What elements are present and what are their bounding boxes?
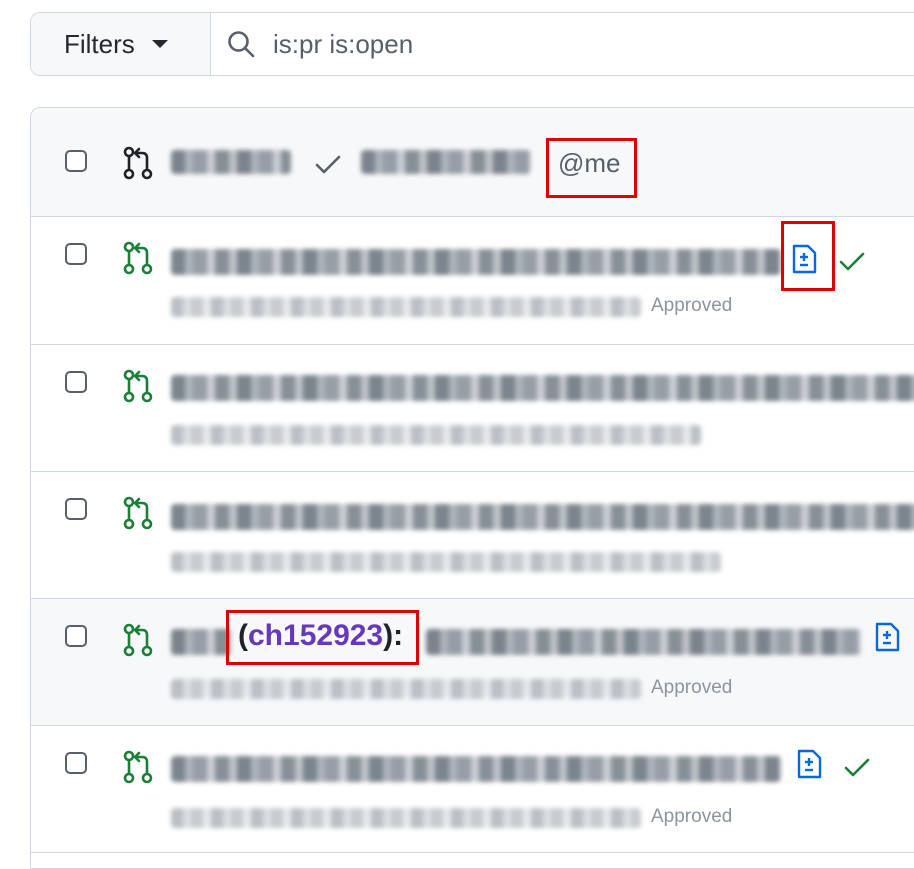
pr-title-blurred[interactable] [171,504,914,530]
pr-meta-blurred [171,297,641,317]
search-field[interactable] [211,13,914,75]
pr-meta-blurred [171,808,641,828]
check-icon [844,758,870,777]
pr-title-blurred[interactable] [171,249,781,275]
pr-row[interactable]: Approved [31,726,914,853]
highlight-box [546,138,637,198]
filters-label: Filters [64,28,135,59]
pr-title-blurred[interactable] [426,629,861,655]
pr-row[interactable]: Approved [31,217,914,345]
list-header: @me [31,108,914,217]
check-icon [839,252,865,271]
highlight-box [781,221,835,291]
git-pull-request-icon [123,623,153,657]
select-all-checkbox[interactable] [65,150,87,172]
git-pull-request-icon [123,369,153,403]
check-icon [315,155,341,174]
search-bar: Filters [30,12,914,76]
search-input[interactable] [271,27,875,61]
git-pull-request-icon [123,146,153,180]
search-icon [228,31,255,58]
row-checkbox[interactable] [65,625,87,647]
row-checkbox[interactable] [65,371,87,393]
git-pull-request-icon [123,496,153,530]
pr-row[interactable]: (ch152923): Approved [31,599,914,726]
row-checkbox[interactable] [65,243,87,265]
review-status: Approved [651,295,733,316]
review-status: Approved [651,677,733,698]
pr-row[interactable] [31,472,914,599]
pr-meta-blurred [171,679,641,699]
review-status: Approved [651,806,733,827]
pr-title-blurred[interactable] [171,756,781,782]
pull-request-list: @me Approved (ch152923): Approved Approv… [30,107,914,869]
git-pull-request-icon [123,750,153,784]
row-checkbox[interactable] [65,752,87,774]
git-pull-request-icon [123,241,153,275]
pr-row[interactable] [31,345,914,472]
closed-count-blurred[interactable] [361,150,531,174]
file-diff-icon[interactable] [874,622,900,652]
file-diff-icon[interactable] [796,749,822,779]
row-checkbox[interactable] [65,498,87,520]
highlight-box [226,610,419,665]
caret-down-icon [151,40,168,48]
pr-meta-blurred [171,425,701,445]
open-count-blurred[interactable] [171,150,291,174]
filters-button[interactable]: Filters [31,13,211,75]
pr-title-prefix-blurred[interactable] [171,629,231,655]
pr-title-blurred[interactable] [171,375,914,401]
pr-meta-blurred [171,552,721,572]
